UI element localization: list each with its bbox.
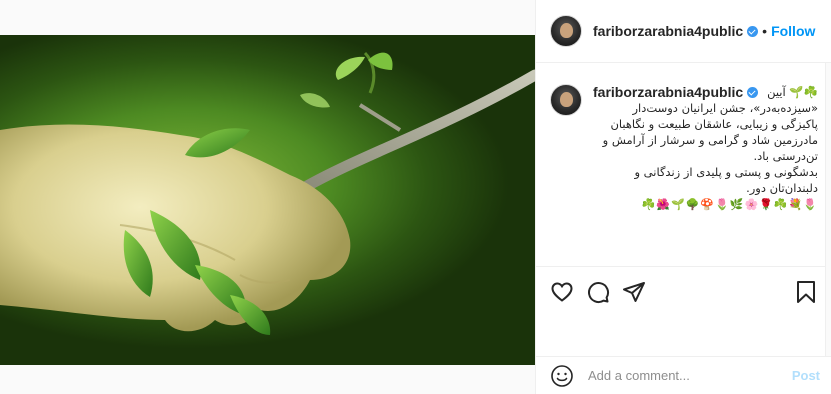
- post-header: fariborzarabnia4public • Follow: [536, 0, 831, 63]
- share-icon[interactable]: [622, 280, 646, 304]
- caption-first-line: آیین 🌱☘️: [767, 85, 818, 99]
- caption-text: «سیزده‌به‌در»، جشن ایرانیان دوست‌دار پاک…: [602, 101, 818, 195]
- post-comment-button[interactable]: Post: [792, 368, 820, 383]
- post-photo[interactable]: [0, 35, 535, 365]
- caption-verified-badge-icon: [747, 86, 759, 98]
- comment-icon[interactable]: [586, 280, 610, 304]
- heart-icon[interactable]: [550, 280, 574, 304]
- header-username[interactable]: fariborzarabnia4public: [593, 23, 743, 39]
- hand-branch-illustration: [0, 51, 535, 335]
- caption-emojis: 🌷💐☘️🌹🌸🌿🌷🍄🌳🌱🌺☘️: [641, 199, 818, 211]
- avatar[interactable]: [550, 15, 582, 47]
- scrollbar-track[interactable]: [825, 63, 831, 356]
- caption: fariborzarabnia4public آیین 🌱☘️ «سیزده‌ب…: [593, 84, 818, 266]
- verified-badge-icon: [747, 25, 759, 37]
- bookmark-icon[interactable]: [794, 280, 818, 304]
- follow-button[interactable]: Follow: [771, 23, 815, 39]
- media-panel: [0, 0, 535, 394]
- post-side-panel: fariborzarabnia4public • Follow fariborz…: [535, 0, 831, 394]
- caption-username[interactable]: fariborzarabnia4public: [593, 84, 743, 100]
- add-comment-bar: Post: [536, 356, 831, 394]
- caption-avatar[interactable]: [550, 84, 582, 116]
- comment-input[interactable]: [588, 368, 778, 383]
- post-actions: [536, 266, 831, 316]
- smiley-icon[interactable]: [550, 364, 574, 388]
- separator-dot: •: [762, 23, 768, 39]
- caption-area: fariborzarabnia4public آیین 🌱☘️ «سیزده‌ب…: [536, 64, 831, 266]
